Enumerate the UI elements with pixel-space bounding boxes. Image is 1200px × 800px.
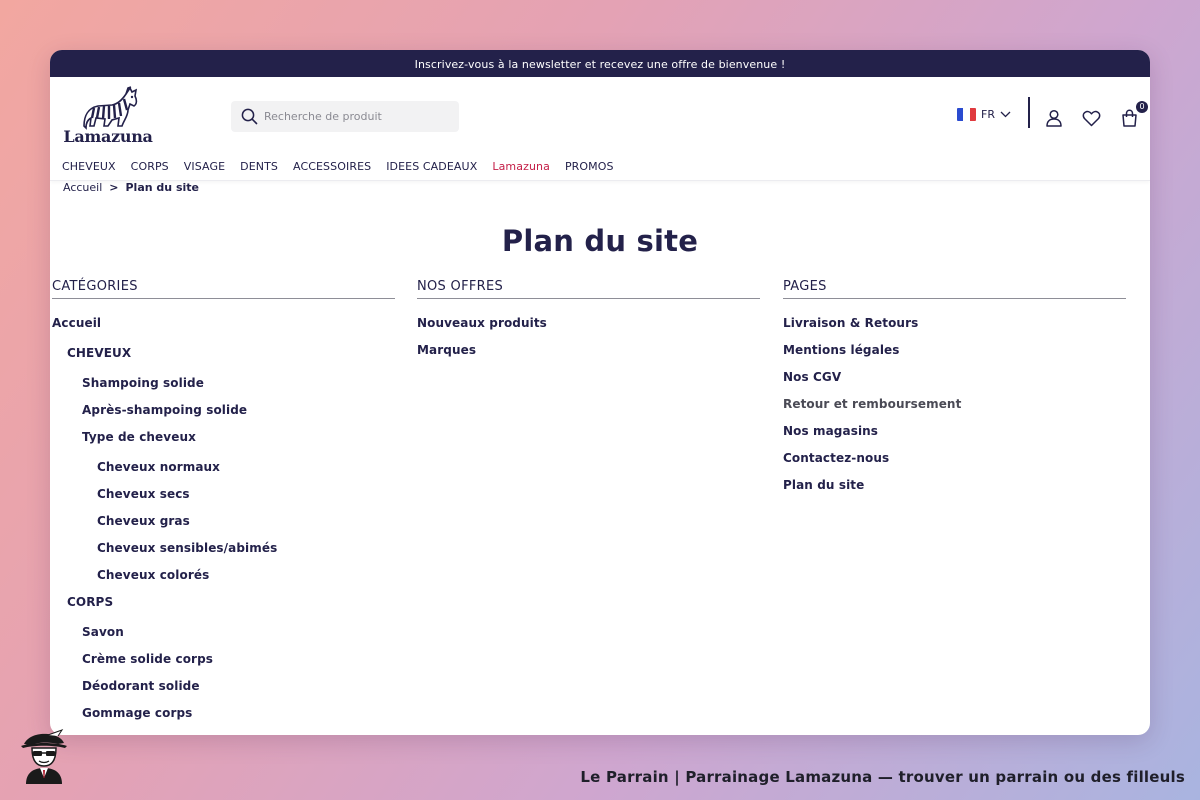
nav-item-dents[interactable]: DENTS — [240, 160, 278, 173]
zebra-logo-icon — [83, 86, 138, 130]
column-heading-offers: NOS OFFRES — [417, 279, 760, 299]
sitemap-link[interactable]: Après-shampoing solide — [52, 403, 395, 430]
sitemap-link[interactable]: Contactez-nous — [783, 451, 1126, 478]
sitemap-link[interactable]: CORPS — [52, 595, 395, 625]
search-bar[interactable] — [231, 101, 459, 132]
sitemap-link[interactable]: Gommage corps — [52, 706, 395, 733]
lamazuna-logo[interactable]: Lamazuna — [62, 86, 154, 148]
sitemap-link[interactable]: Cheveux gras — [52, 514, 395, 541]
sitemap-link[interactable]: Type de cheveux — [52, 430, 395, 460]
language-code: FR — [981, 108, 995, 121]
browser-frame: Inscrivez-vous à la newsletter et receve… — [50, 50, 1150, 735]
cart-count-badge: 0 — [1136, 101, 1148, 113]
parrain-mascot — [18, 728, 70, 784]
footer-caption: Le Parrain | Parrainage Lamazuna — trouv… — [580, 768, 1185, 786]
nav-item-cheveux[interactable]: CHEVEUX — [62, 160, 116, 173]
logo-wordmark: Lamazuna — [63, 127, 153, 146]
newsletter-banner-text[interactable]: Inscrivez-vous à la newsletter et receve… — [415, 58, 786, 71]
sitemap-link[interactable]: Cheveux colorés — [52, 568, 395, 595]
breadcrumb-home-link[interactable]: Accueil — [63, 181, 102, 194]
nav-item-lamazuna[interactable]: Lamazuna — [492, 160, 550, 173]
sitemap-link[interactable]: Cheveux sensibles/abimés — [52, 541, 395, 568]
sitemap-link[interactable]: Cheveux normaux — [52, 460, 395, 487]
page-title: Plan du site — [501, 224, 699, 258]
chevron-down-icon — [1000, 111, 1011, 118]
heart-icon — [1082, 110, 1100, 126]
search-icon[interactable] — [234, 101, 264, 132]
nav-item-accessoires[interactable]: ACCESSOIRES — [293, 160, 371, 173]
sitemap-link[interactable]: Plan du site — [783, 478, 1126, 505]
shopping-bag-icon — [1121, 109, 1137, 127]
sitemap-column-categories: CATÉGORIES Accueil CHEVEUX Shampoing sol… — [52, 279, 395, 733]
sitemap-link[interactable]: Retour et remboursement — [783, 397, 1126, 424]
sitemap-column-pages: PAGES Livraison & Retours Mentions légal… — [783, 279, 1126, 505]
column-heading-pages: PAGES — [783, 279, 1126, 299]
account-button[interactable] — [1043, 107, 1065, 129]
nav-item-visage[interactable]: VISAGE — [184, 160, 225, 173]
nav-item-corps[interactable]: CORPS — [131, 160, 169, 173]
sitemap-link[interactable]: Shampoing solide — [52, 376, 395, 403]
column-heading-categories: CATÉGORIES — [52, 279, 395, 299]
sitemap-link[interactable]: Nouveaux produits — [417, 316, 760, 343]
user-icon — [1046, 109, 1062, 127]
sitemap-column-offers: NOS OFFRES Nouveaux produits Marques — [417, 279, 760, 370]
breadcrumb-current: Plan du site — [125, 180, 200, 194]
cart-button[interactable]: 0 — [1118, 101, 1148, 129]
newsletter-banner[interactable]: Inscrivez-vous à la newsletter et receve… — [50, 50, 1150, 77]
sitemap-link[interactable]: Accueil — [52, 316, 395, 343]
sitemap-link[interactable]: Mentions légales — [783, 343, 1126, 370]
sitemap-link[interactable]: Marques — [417, 343, 760, 370]
nav-item-promos[interactable]: PROMOS — [565, 160, 614, 173]
wishlist-button[interactable] — [1080, 107, 1102, 129]
breadcrumb-separator: > — [109, 180, 119, 194]
main-navigation: CHEVEUX CORPS VISAGE DENTS ACCESSOIRES I… — [50, 153, 1150, 181]
sitemap-link[interactable]: Nos CGV — [783, 370, 1126, 397]
nav-item-idees-cadeaux[interactable]: IDEES CADEAUX — [386, 160, 477, 173]
parrain-mascot-icon — [21, 729, 67, 784]
sitemap-link[interactable]: Cheveux secs — [52, 487, 395, 514]
france-flag-icon — [957, 108, 976, 121]
sitemap-link[interactable]: Savon — [52, 625, 395, 652]
breadcrumb: Accueil > Plan du site — [50, 180, 1150, 194]
sitemap-link[interactable]: Livraison & Retours — [783, 316, 1126, 343]
header-divider — [1028, 97, 1030, 128]
sitemap-link[interactable]: Nos magasins — [783, 424, 1126, 451]
sitemap-link[interactable]: Déodorant solide — [52, 679, 395, 706]
site-header: Lamazuna FR 0 — [50, 77, 1150, 153]
search-input[interactable] — [264, 110, 444, 123]
language-selector[interactable]: FR — [957, 108, 1011, 121]
sitemap-link[interactable]: CHEVEUX — [52, 346, 395, 376]
sitemap-link[interactable]: Crème solide corps — [52, 652, 395, 679]
